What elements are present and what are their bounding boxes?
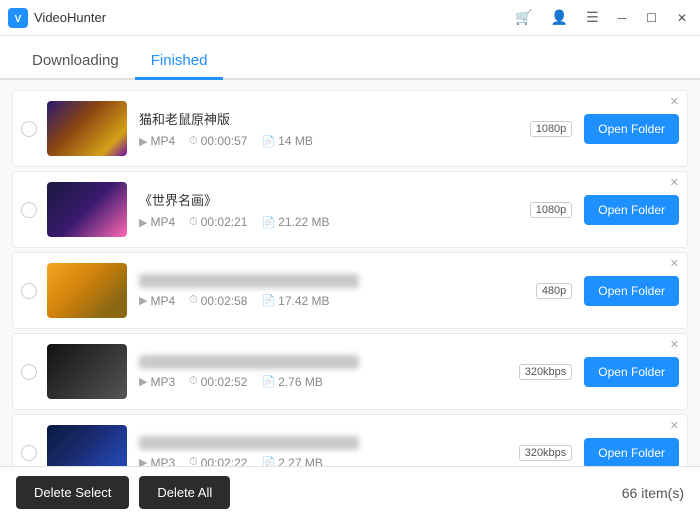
content-area: 猫和老鼠原神版 ▶ MP4 ⏱ 00:00:57 📄 14 MB <box>0 80 700 466</box>
item-checkbox-0[interactable] <box>21 121 37 137</box>
open-folder-button-4[interactable]: Open Folder <box>584 438 679 467</box>
item-thumbnail-4 <box>47 425 127 466</box>
item-badge-1: 1080p <box>530 202 573 218</box>
item-meta-1: ▶ MP4 ⏱ 00:02:21 📄 21.22 MB <box>139 215 530 229</box>
user-icon[interactable]: 👤 <box>547 7 572 28</box>
item-checkbox-3[interactable] <box>21 364 37 380</box>
item-info-4: ▶ MP3 ⏱ 00:02:22 📄 2.27 MB <box>139 436 519 467</box>
item-checkbox-4[interactable] <box>21 445 37 461</box>
list-item: ▶ MP3 ⏱ 00:02:52 📄 2.76 MB 320kbps Open … <box>12 333 688 410</box>
delete-select-button[interactable]: Delete Select <box>16 476 129 509</box>
list-item: 《世界名画》 ▶ MP4 ⏱ 00:02:21 📄 21.22 MB <box>12 171 688 248</box>
tab-downloading[interactable]: Downloading <box>16 44 135 80</box>
app-title: VideoHunter <box>34 10 511 25</box>
clock-icon-2: ⏱ <box>189 294 198 307</box>
item-meta-0: ▶ MP4 ⏱ 00:00:57 📄 14 MB <box>139 134 530 148</box>
item-title-2 <box>139 274 359 288</box>
item-thumbnail-3 <box>47 344 127 399</box>
item-format-0: ▶ MP4 <box>139 134 175 148</box>
file-icon-1: 📄 <box>261 216 275 229</box>
item-size-4: 📄 2.27 MB <box>261 456 322 467</box>
item-info-1: 《世界名画》 ▶ MP4 ⏱ 00:02:21 📄 21.22 MB <box>139 190 530 229</box>
item-title-1: 《世界名画》 <box>139 190 530 209</box>
list-item: 猫和老鼠原神版 ▶ MP4 ⏱ 00:00:57 📄 14 MB <box>12 90 688 167</box>
footer: Delete Select Delete All 66 item(s) <box>0 466 700 518</box>
tab-finished[interactable]: Finished <box>135 44 224 80</box>
minimize-button[interactable]: ─ <box>613 9 632 27</box>
item-badge-2: 480p <box>536 283 572 299</box>
menu-icon[interactable]: ☰ <box>582 7 603 28</box>
item-duration-1: ⏱ 00:02:21 <box>189 215 247 229</box>
format-icon-4: ▶ <box>139 456 147 466</box>
file-icon-4: 📄 <box>261 456 275 466</box>
item-info-0: 猫和老鼠原神版 ▶ MP4 ⏱ 00:00:57 📄 14 MB <box>139 109 530 148</box>
item-info-2: ▶ MP4 ⏱ 00:02:58 📄 17.42 MB <box>139 274 536 308</box>
item-duration-0: ⏱ 00:00:57 <box>189 134 247 148</box>
item-thumbnail-0 <box>47 101 127 156</box>
open-folder-button-1[interactable]: Open Folder <box>584 195 679 225</box>
title-bar: V VideoHunter 🛒 👤 ☰ ─ ☐ ✕ <box>0 0 700 36</box>
open-folder-button-3[interactable]: Open Folder <box>584 357 679 387</box>
file-icon-2: 📄 <box>261 294 275 307</box>
item-checkbox-2[interactable] <box>21 283 37 299</box>
remove-item-button-1[interactable]: ✕ <box>666 176 683 191</box>
item-format-3: ▶ MP3 <box>139 375 175 389</box>
list-item: ▶ MP4 ⏱ 00:02:58 📄 17.42 MB 480p Open Fo… <box>12 252 688 329</box>
open-folder-button-2[interactable]: Open Folder <box>584 276 679 306</box>
item-size-0: 📄 14 MB <box>261 134 312 148</box>
clock-icon-4: ⏱ <box>189 456 198 466</box>
item-badge-3: 320kbps <box>519 364 573 380</box>
item-title-4 <box>139 436 359 450</box>
item-info-3: ▶ MP3 ⏱ 00:02:52 📄 2.76 MB <box>139 355 519 389</box>
app-logo: V <box>8 8 28 28</box>
remove-item-button-3[interactable]: ✕ <box>666 338 683 353</box>
format-icon-1: ▶ <box>139 216 147 229</box>
item-badge-4: 320kbps <box>519 445 573 461</box>
item-format-4: ▶ MP3 <box>139 456 175 467</box>
remove-item-button-4[interactable]: ✕ <box>666 419 683 434</box>
clock-icon-3: ⏱ <box>189 375 198 388</box>
delete-all-button[interactable]: Delete All <box>139 476 230 509</box>
item-badge-0: 1080p <box>530 121 573 137</box>
item-thumbnail-1 <box>47 182 127 237</box>
close-button[interactable]: ✕ <box>672 9 692 27</box>
item-title-0: 猫和老鼠原神版 <box>139 109 530 128</box>
file-icon-0: 📄 <box>261 135 275 148</box>
item-meta-4: ▶ MP3 ⏱ 00:02:22 📄 2.27 MB <box>139 456 519 467</box>
remove-item-button-2[interactable]: ✕ <box>666 257 683 272</box>
item-count: 66 item(s) <box>622 485 684 501</box>
list-item: ▶ MP3 ⏱ 00:02:22 📄 2.27 MB 320kbps Open … <box>12 414 688 466</box>
open-folder-button-0[interactable]: Open Folder <box>584 114 679 144</box>
tabs-bar: Downloading Finished <box>0 36 700 80</box>
item-size-3: 📄 2.76 MB <box>261 375 322 389</box>
item-meta-3: ▶ MP3 ⏱ 00:02:52 📄 2.76 MB <box>139 375 519 389</box>
format-icon-0: ▶ <box>139 135 147 148</box>
remove-item-button-0[interactable]: ✕ <box>666 95 683 110</box>
item-duration-2: ⏱ 00:02:58 <box>189 294 247 308</box>
item-size-1: 📄 21.22 MB <box>261 215 329 229</box>
title-bar-controls: 🛒 👤 ☰ ─ ☐ ✕ <box>511 7 692 28</box>
item-format-1: ▶ MP4 <box>139 215 175 229</box>
item-size-2: 📄 17.42 MB <box>261 294 329 308</box>
item-checkbox-1[interactable] <box>21 202 37 218</box>
format-icon-3: ▶ <box>139 375 147 388</box>
item-duration-3: ⏱ 00:02:52 <box>189 375 247 389</box>
file-icon-3: 📄 <box>261 375 275 388</box>
format-icon-2: ▶ <box>139 294 147 307</box>
item-title-3 <box>139 355 359 369</box>
cart-icon[interactable]: 🛒 <box>511 7 536 28</box>
item-format-2: ▶ MP4 <box>139 294 175 308</box>
item-thumbnail-2 <box>47 263 127 318</box>
item-meta-2: ▶ MP4 ⏱ 00:02:58 📄 17.42 MB <box>139 294 536 308</box>
svg-text:V: V <box>15 14 22 25</box>
clock-icon-0: ⏱ <box>189 135 198 148</box>
clock-icon-1: ⏱ <box>189 216 198 229</box>
maximize-button[interactable]: ☐ <box>641 9 662 27</box>
item-duration-4: ⏱ 00:02:22 <box>189 456 247 467</box>
